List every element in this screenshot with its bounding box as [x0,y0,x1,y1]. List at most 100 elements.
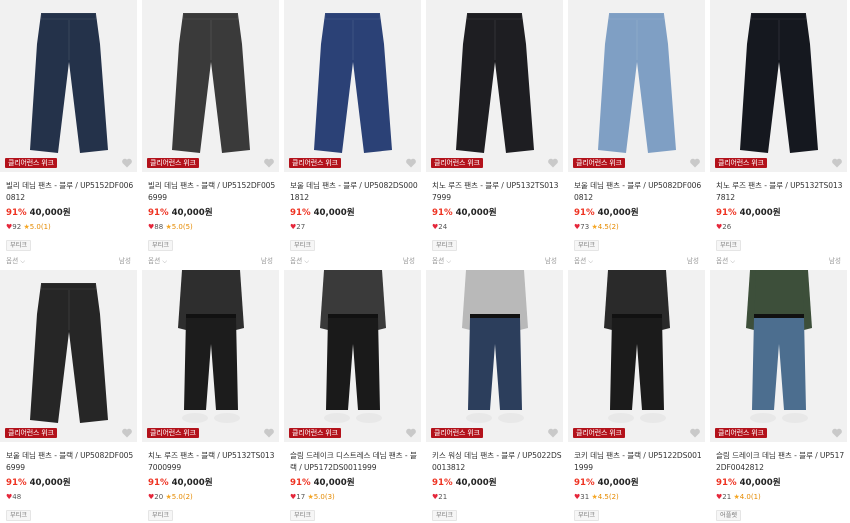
product-name[interactable]: 보울 데님 팬츠 - 블랙 / UP5082DF0056999 [0,450,137,474]
clearance-badge: 클리어런스 위크 [715,158,767,168]
option-label: 옵션 [6,257,19,265]
discount-rate: 91% [6,478,27,488]
heart-icon[interactable] [121,427,133,439]
clearance-badge: 클리어런스 위크 [573,158,625,168]
product-card[interactable]: 클리어런스 위크 슬림 드레이크 디스트레스 데님 팬츠 - 블랙 / UP51… [284,270,421,523]
product-name[interactable]: 치노 루즈 팬츠 - 블랙 / UP5132TS0137000999 [142,450,279,474]
product-image[interactable]: 클리어런스 위크 [568,0,705,172]
heart-icon[interactable] [405,427,417,439]
clearance-badge: 클리어런스 위크 [289,158,341,168]
heart-icon[interactable] [263,157,275,169]
option-dropdown[interactable]: 옵션 ⌵ [6,257,25,266]
option-dropdown[interactable]: 옵션 ⌵ [432,257,451,266]
product-image[interactable]: 클리어런스 위크 [710,0,847,172]
product-image[interactable]: 클리어런스 위크 [284,270,421,442]
heart-icon[interactable] [689,157,701,169]
product-card[interactable]: 클리어런스 위크 빌리 데님 팬츠 - 블랙 / UP5152DF0056999… [142,0,279,266]
option-dropdown[interactable]: 옵션 ⌵ [574,257,593,266]
like-count: 92 [12,223,22,231]
category-tag: 부티크 [148,240,174,251]
product-name[interactable]: 코키 데님 팬츠 - 블랙 / UP5122DS0011999 [568,450,705,474]
price-row: 91% 40,000원 [142,478,279,489]
category-tag: 부티크 [6,510,32,521]
rating: 5.0 [171,223,183,231]
product-name[interactable]: 슬림 드레이크 데님 팬츠 - 블루 / UP5172DF0042812 [710,450,847,474]
heart-icon[interactable] [263,427,275,439]
price-row: 91% 40,000원 [284,478,421,489]
stats-row: ♥24 [426,222,563,232]
stats-row: ♥31 ★4.5(2) [568,492,705,502]
option-dropdown[interactable]: 옵션 ⌵ [716,257,735,266]
product-name[interactable]: 보울 데님 팬츠 - 블루 / UP5082DF0060812 [568,180,705,204]
stats-row: ♥26 [710,222,847,232]
review-count: (1) [40,223,51,231]
price: 40,000원 [313,478,355,488]
card-footer: 옵션 ⌵ 남성 [142,257,279,266]
product-name[interactable]: 빌리 데님 팬츠 - 블랙 / UP5152DF0056999 [142,180,279,204]
product-card[interactable]: 클리어런스 위크 치노 루즈 팬츠 - 블루 / UP5132TS0137999… [426,0,563,266]
category-tag: 어플렛 [716,510,742,521]
heart-icon[interactable] [689,427,701,439]
clearance-badge: 클리어런스 위크 [5,158,57,168]
like-count: 20 [154,493,164,501]
product-image[interactable]: 클리어런스 위크 [426,0,563,172]
heart-icon[interactable] [121,157,133,169]
product-card[interactable]: 클리어런스 위크 보울 데님 팬츠 - 블랙 / UP5082DF0056999… [0,270,137,523]
heart-icon[interactable] [547,157,559,169]
product-card[interactable]: 클리어런스 위크 슬림 드레이크 데님 팬츠 - 블루 / UP5172DF00… [710,270,847,523]
review-count: (5) [182,223,193,231]
category-tag: 부티크 [574,510,600,521]
stats-row: ♥27 [284,222,421,232]
gender-label: 남성 [686,257,699,265]
price-row: 91% 40,000원 [710,478,847,489]
product-card[interactable]: 클리어런스 위크 빌리 데님 팬츠 - 블루 / UP5152DF0060812… [0,0,137,266]
product-name[interactable]: 슬림 드레이크 디스트레스 데님 팬츠 - 블랙 / UP5172DS00119… [284,450,421,474]
product-name[interactable]: 치노 루즈 팬츠 - 블루 / UP5132TS0137999 [426,180,563,204]
like-count: 21 [438,493,448,501]
product-name[interactable]: 빌리 데님 팬츠 - 블루 / UP5152DF0060812 [0,180,137,204]
product-image[interactable]: 클리어런스 위크 [710,270,847,442]
price: 40,000원 [29,208,71,218]
heart-icon[interactable] [831,157,843,169]
stats-row: ♥48 [0,492,137,502]
heart-icon[interactable] [547,427,559,439]
chevron-down-icon: ⌵ [588,257,594,265]
category-tag: 부티크 [148,510,174,521]
price-row: 91% 40,000원 [142,208,279,219]
heart-icon[interactable] [831,427,843,439]
product-card[interactable]: 클리어런스 위크 코키 데님 팬츠 - 블랙 / UP5122DS0011999… [568,270,705,523]
product-image[interactable]: 클리어런스 위크 [426,270,563,442]
price-row: 91% 40,000원 [568,478,705,489]
price-row: 91% 40,000원 [0,208,137,219]
discount-rate: 91% [716,208,737,218]
option-dropdown[interactable]: 옵션 ⌵ [290,257,309,266]
product-image[interactable]: 클리어런스 위크 [0,270,137,442]
product-image[interactable]: 클리어런스 위크 [568,270,705,442]
product-image[interactable]: 클리어런스 위크 [0,0,137,172]
price-row: 91% 40,000원 [710,208,847,219]
product-image[interactable]: 클리어런스 위크 [142,0,279,172]
heart-icon[interactable] [405,157,417,169]
product-image[interactable]: 클리어런스 위크 [284,0,421,172]
option-dropdown[interactable]: 옵션 ⌵ [148,257,167,266]
product-card[interactable]: 클리어런스 위크 키스 워싱 데님 팬츠 - 블루 / UP5022DS0013… [426,270,563,523]
chevron-down-icon: ⌵ [730,257,736,265]
category-tag: 부티크 [574,240,600,251]
option-label: 옵션 [148,257,161,265]
product-name[interactable]: 치노 루즈 팬츠 - 블루 / UP5132TS0137812 [710,180,847,204]
product-card[interactable]: 클리어런스 위크 치노 루즈 팬츠 - 블랙 / UP5132TS0137000… [142,270,279,523]
stats-row: ♥21 [426,492,563,502]
product-name[interactable]: 보울 데님 팬츠 - 블루 / UP5082DS0001812 [284,180,421,204]
discount-rate: 91% [716,478,737,488]
card-footer: 옵션 ⌵ 남성 [710,257,847,266]
price-row: 91% 40,000원 [284,208,421,219]
product-card[interactable]: 클리어런스 위크 보울 데님 팬츠 - 블루 / UP5082DF0060812… [568,0,705,266]
category-tag: 부티크 [432,510,458,521]
product-name[interactable]: 키스 워싱 데님 팬츠 - 블루 / UP5022DS0013812 [426,450,563,474]
product-image[interactable]: 클리어런스 위크 [142,270,279,442]
rating: 4.0 [739,493,751,501]
product-card[interactable]: 클리어런스 위크 치노 루즈 팬츠 - 블루 / UP5132TS0137812… [710,0,847,266]
product-card[interactable]: 클리어런스 위크 보울 데님 팬츠 - 블루 / UP5082DS0001812… [284,0,421,266]
like-count: 27 [296,223,306,231]
like-count: 88 [154,223,164,231]
